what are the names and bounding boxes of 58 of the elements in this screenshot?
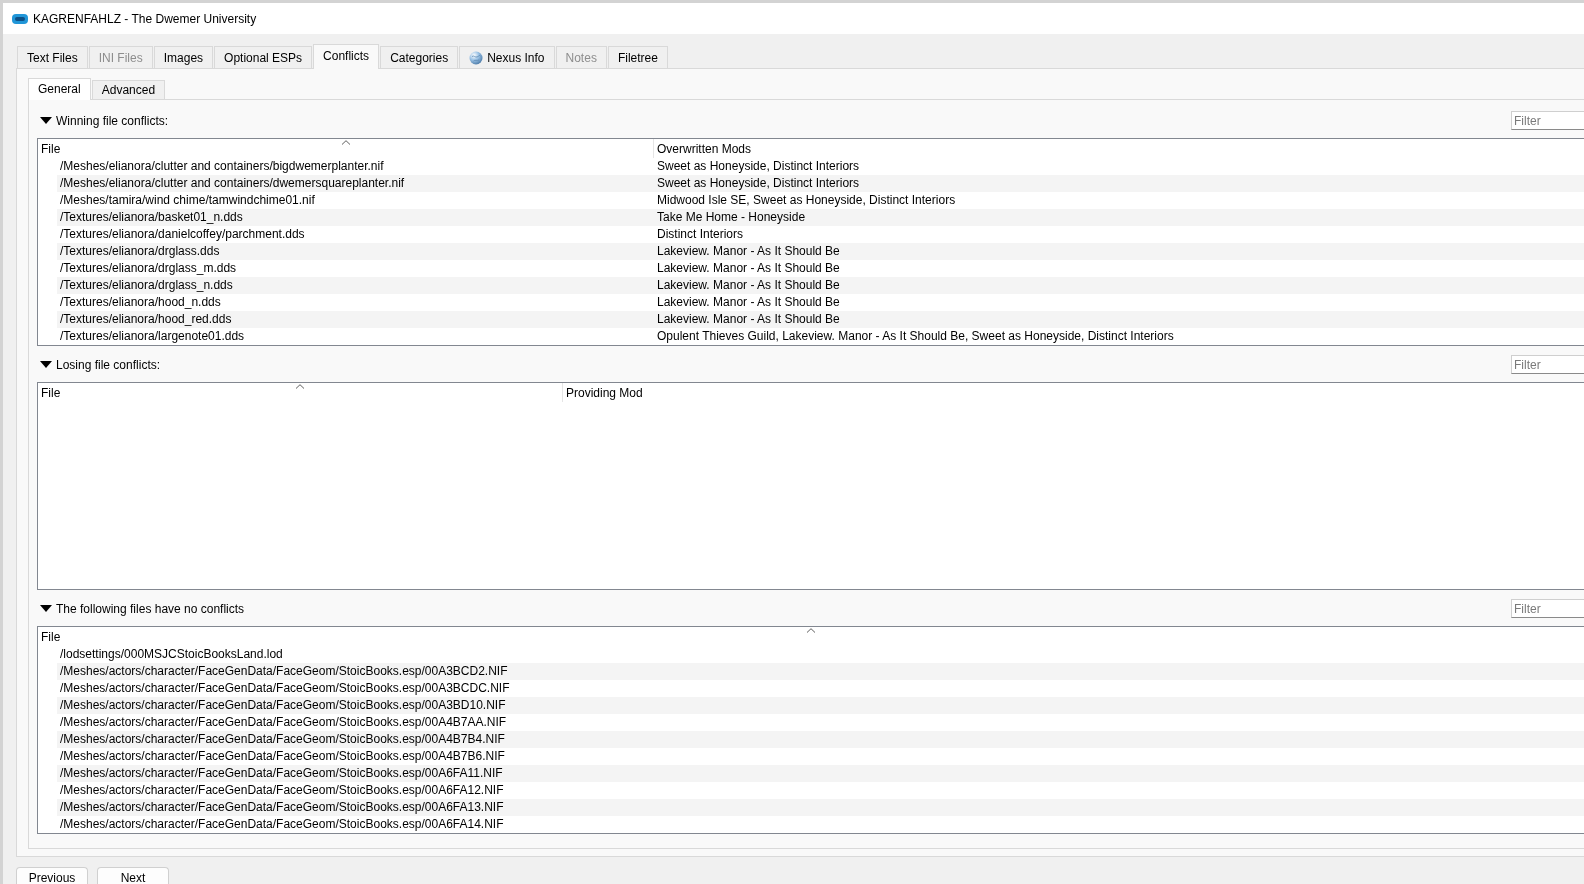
- table-cell-text: /Textures/elianora/danielcoffey/parchment.dds: [59, 226, 306, 243]
- column-header[interactable]: Overwritten Mods: [654, 139, 1584, 158]
- table-cell-text: /Meshes/actors/character/FaceGenData/FaceGeom/StoicBooks.esp/00A3BCDC.NIF: [59, 680, 511, 697]
- tab[interactable]: Images: [153, 46, 214, 68]
- globe-icon: [469, 50, 484, 65]
- tab[interactable]: Advanced: [91, 80, 166, 99]
- table-cell-text: Sweet as Honeyside, Distinct Interiors: [656, 175, 861, 192]
- table-cell-text: /Meshes/actors/character/FaceGenData/FaceGeom/StoicBooks.esp/00A6FA11.NIF: [59, 765, 504, 782]
- table-cell-text: Lakeview. Manor - As It Should Be: [656, 294, 841, 311]
- tab[interactable]: Categories: [380, 46, 459, 68]
- table-cell-text: Midwood Isle SE, Sweet as Honeyside, Distinct Interiors: [656, 192, 957, 209]
- table-cell-text: /lodsettings/000MSJCStoicBooksLand.lod: [59, 646, 284, 663]
- previous-button[interactable]: Previous: [16, 867, 88, 884]
- filter-field[interactable]: Filter: [1511, 111, 1584, 130]
- table-cell-text: Lakeview. Manor - As It Should Be: [656, 277, 841, 294]
- table-cell-text: Take Me Home - Honeyside: [656, 209, 807, 226]
- section-toggle[interactable]: The following files have no conflicts: [40, 599, 245, 618]
- window-title: KAGRENFAHLZ - The Dwemer University: [33, 11, 257, 26]
- column-header[interactable]: Providing Mod: [563, 383, 1584, 402]
- section-toggle[interactable]: Winning file conflicts:: [40, 111, 169, 130]
- tab[interactable]: Conflicts: [313, 44, 380, 69]
- tab[interactable]: Text Files: [17, 46, 88, 68]
- table-cell-text: Opulent Thieves Guild, Lakeview. Manor - As It Should Be, Sweet as Honeyside, Distinct Interiors: [656, 328, 1175, 345]
- table-cell-text: /Meshes/elianora/clutter and containers/bigdwemerplanter.nif: [59, 158, 385, 175]
- table-cell-text: /Textures/elianora/basket01_n.dds: [59, 209, 244, 226]
- filter-field[interactable]: Filter: [1511, 355, 1584, 374]
- tab[interactable]: Nexus Info: [459, 46, 555, 68]
- table-cell-text: Lakeview. Manor - As It Should Be: [656, 311, 841, 328]
- table-cell-text: Lakeview. Manor - As It Should Be: [656, 260, 841, 277]
- section-toggle[interactable]: Losing file conflicts:: [40, 355, 161, 374]
- table-cell-text: /Meshes/actors/character/FaceGenData/FaceGeom/StoicBooks.esp/00A4B7B6.NIF: [59, 748, 506, 765]
- table-cell-text: /Meshes/actors/character/FaceGenData/FaceGeom/StoicBooks.esp/00A4B7B4.NIF: [59, 731, 506, 748]
- next-button[interactable]: Next: [97, 867, 169, 884]
- table-cell-text: /Textures/elianora/hood_red.dds: [59, 311, 233, 328]
- table-cell-text: /Meshes/actors/character/FaceGenData/FaceGeom/StoicBooks.esp/00A4B7AA.NIF: [59, 714, 508, 731]
- column-header[interactable]: File: [38, 627, 1584, 646]
- table-cell-text: /Meshes/elianora/clutter and containers/dwemersquareplanter.nif: [59, 175, 406, 192]
- column-header[interactable]: File: [38, 139, 654, 158]
- filter-field[interactable]: Filter: [1511, 599, 1584, 618]
- table-cell-text: /Meshes/tamira/wind chime/tamwindchime01.nif: [59, 192, 316, 209]
- table-cell-text: /Textures/elianora/largenote01.dds: [59, 328, 246, 345]
- table-cell-text: Distinct Interiors: [656, 226, 745, 243]
- table-cell-text: /Textures/elianora/hood_n.dds: [59, 294, 222, 311]
- table-cell-text: Sweet as Honeyside, Distinct Interiors: [656, 158, 861, 175]
- tab[interactable]: Optional ESPs: [214, 46, 313, 68]
- tab[interactable]: Filetree: [607, 46, 668, 68]
- table-cell-text: /Meshes/actors/character/FaceGenData/FaceGeom/StoicBooks.esp/00A3BCD2.NIF: [59, 663, 509, 680]
- table-cell-text: /Textures/elianora/drglass_n.dds: [59, 277, 234, 294]
- table-cell-text: /Textures/elianora/drglass_m.dds: [59, 260, 238, 277]
- table-cell-text: /Meshes/actors/character/FaceGenData/FaceGeom/StoicBooks.esp/00A6FA12.NIF: [59, 782, 505, 799]
- table-cell-text: /Textures/elianora/drglass.dds: [59, 243, 221, 260]
- column-header[interactable]: File: [38, 383, 563, 402]
- tab[interactable]: General: [28, 78, 91, 100]
- app-logo-icon: [12, 13, 28, 24]
- table-cell-text: /Meshes/actors/character/FaceGenData/FaceGeom/StoicBooks.esp/00A6FA13.NIF: [59, 799, 505, 816]
- table-cell-text: /Meshes/actors/character/FaceGenData/FaceGeom/StoicBooks.esp/00A3BD10.NIF: [59, 697, 507, 714]
- table-cell-text: /Meshes/actors/character/FaceGenData/FaceGeom/StoicBooks.esp/00A6FA14.NIF: [59, 816, 505, 833]
- table-cell-text: Lakeview. Manor - As It Should Be: [656, 243, 841, 260]
